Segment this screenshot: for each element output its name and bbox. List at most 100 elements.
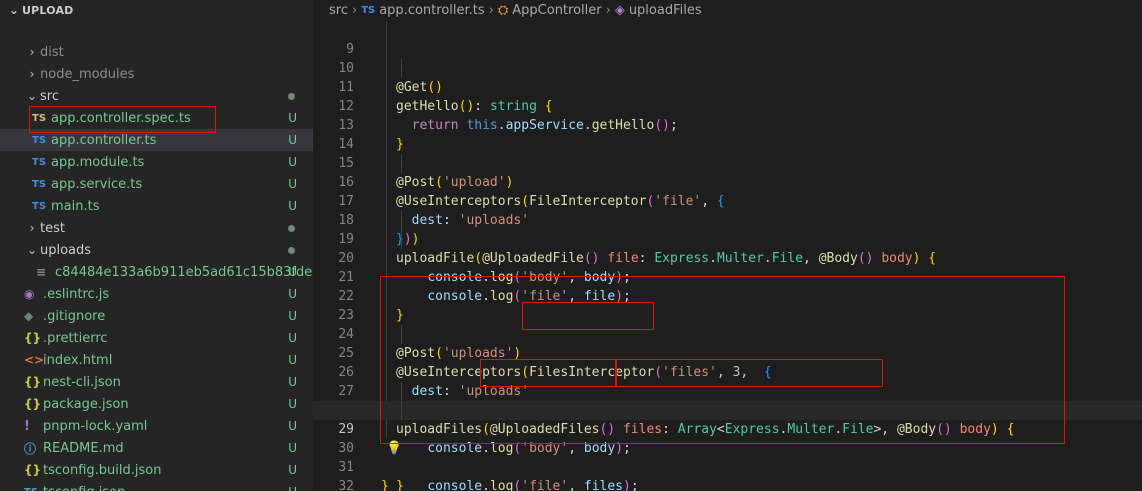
explorer-file-app-service-ts[interactable]: TS app.service.ts U xyxy=(0,173,313,195)
typescript-file-icon: TS xyxy=(361,4,376,16)
breadcrumb-class[interactable]: AppController xyxy=(512,3,601,18)
explorer-file-readme-md[interactable]: ⓘ README.md U xyxy=(0,437,313,459)
explorer-file-app-controller-ts[interactable]: TS app.controller.ts U xyxy=(0,129,313,151)
modified-dot-icon xyxy=(288,224,295,232)
code-line: 24 @UseInterceptors(FilesInterceptor('fi… xyxy=(313,306,1142,380)
explorer-file-app-module-ts[interactable]: TS app.module.ts U xyxy=(0,151,313,173)
explorer-item-label: .prettierrc xyxy=(43,330,108,346)
chevron-right-icon: › xyxy=(29,45,35,59)
explorer-item-label: app.controller.ts xyxy=(51,132,157,148)
git-status-untracked: U xyxy=(288,441,297,455)
explorer-item-label: main.ts xyxy=(51,198,100,214)
typescript-file-icon: TS xyxy=(32,200,47,212)
chevron-right-icon: › xyxy=(351,2,358,18)
html-file-icon: <> xyxy=(24,353,45,367)
git-status-untracked: U xyxy=(288,199,297,213)
code-line: 14 @Post('upload') xyxy=(313,116,1142,190)
typescript-file-icon: TS xyxy=(32,156,47,168)
code-line: 30 } xyxy=(313,420,1142,491)
code-line: 22 xyxy=(313,268,1142,304)
code-line: 9 @Get() xyxy=(313,21,1142,95)
explorer-file--prettierrc[interactable]: {} .prettierrc U xyxy=(0,327,313,349)
explorer-folder-uploads[interactable]: ⌄ uploads xyxy=(0,239,313,261)
breadcrumb-method[interactable]: uploadFiles xyxy=(629,3,702,18)
vscode-window: ⌄ UPLOAD › dist › node_modules ⌄ src TS app.con… xyxy=(0,0,1142,491)
git-status-untracked: U xyxy=(288,353,297,367)
code-line: 12 } xyxy=(313,78,1142,152)
explorer-item-label: test xyxy=(40,220,65,236)
git-status-untracked: U xyxy=(288,331,297,345)
explorer-file-tsconfig-json[interactable]: TStsconfig.json U xyxy=(0,481,313,491)
modified-dot-icon xyxy=(288,92,295,100)
code-line: 19 console.log('body', body); xyxy=(313,211,1142,285)
code-line: 17 })) xyxy=(313,173,1142,247)
git-status-untracked: U xyxy=(288,155,297,169)
readme-info-icon: ⓘ xyxy=(24,441,37,456)
explorer-folder-src[interactable]: ⌄ src xyxy=(0,85,313,107)
explorer-folder-node-modules[interactable]: › node_modules xyxy=(0,63,313,85)
generic-file-icon: ≡ xyxy=(36,265,47,279)
explorer-item-label: tsconfig.json xyxy=(43,485,125,491)
explorer-sidebar: ⌄ UPLOAD › dist › node_modules ⌄ src TS app.con… xyxy=(0,0,313,491)
explorer-item-label: app.controller.spec.ts xyxy=(51,110,191,126)
git-status-untracked: U xyxy=(288,177,297,191)
explorer-item-label: src xyxy=(40,88,59,104)
breadcrumb-file[interactable]: app.controller.ts xyxy=(379,3,484,18)
explorer-item-label: uploads xyxy=(40,242,92,258)
explorer-item-label: .eslintrc.js xyxy=(43,286,110,302)
code-line: 27 uploadFiles(@UploadedFiles() files: A… xyxy=(313,363,1142,437)
typescript-file-icon: TS xyxy=(32,112,47,124)
code-line: 23 @Post('uploads') xyxy=(313,287,1142,361)
explorer-folder-dist[interactable]: › dist xyxy=(0,41,313,63)
git-status-untracked: U xyxy=(288,375,297,389)
git-status-untracked: U xyxy=(288,397,297,411)
git-status-untracked: U xyxy=(288,419,297,433)
explorer-file-pnpm-lock-yaml[interactable]: ! pnpm-lock.yaml U xyxy=(0,415,313,437)
git-status-untracked: U xyxy=(288,463,297,477)
git-status-untracked: U xyxy=(288,133,297,147)
class-symbol-icon: ⛭ xyxy=(497,2,509,18)
explorer-file-tsconfig-build-json[interactable]: {} tsconfig.build.json U xyxy=(0,459,313,481)
code-line: 15 @UseInterceptors(FileInterceptor('fil… xyxy=(313,135,1142,209)
explorer-section-header[interactable]: ⌄ UPLOAD xyxy=(0,0,313,20)
git-status-untracked: U xyxy=(288,309,297,323)
tsconfig-file-icon: TS xyxy=(24,487,42,491)
code-text: } xyxy=(381,479,389,491)
explorer-file-index-html[interactable]: <> index.html U xyxy=(0,349,313,371)
code-text: console.log('file', files); xyxy=(427,479,639,491)
explorer-file-app-controller-spec-ts[interactable]: TS app.controller.spec.ts U xyxy=(0,107,313,129)
explorer-item-label: app.module.ts xyxy=(51,154,145,170)
code-editor[interactable]: 9 @Get() 10 getHello(): string { 11 retu… xyxy=(313,21,1142,491)
code-line: 10 getHello(): string { xyxy=(313,40,1142,114)
code-line: 25 dest: 'uploads' xyxy=(313,325,1142,399)
explorer-file-nest-cli-json[interactable]: {} nest-cli.json U xyxy=(0,371,313,393)
code-line-current: 29 💡 console.log('file', files); xyxy=(313,401,1142,491)
code-line: 21 } xyxy=(313,249,1142,323)
explorer-file-c84484e133a6b911eb5ad61c15b83fde[interactable]: ≡ c84484e133a6b911eb5ad61c15b83fde U xyxy=(0,261,313,283)
chevron-down-icon: ⌄ xyxy=(26,89,38,103)
explorer-item-label: README.md xyxy=(43,440,124,456)
explorer-file-package-json[interactable]: {} package.json U xyxy=(0,393,313,415)
code-text: } xyxy=(396,479,404,491)
git-status-untracked: U xyxy=(288,265,297,279)
method-symbol-icon: ◈ xyxy=(614,2,625,18)
explorer-file--gitignore[interactable]: ◆ .gitignore U xyxy=(0,305,313,327)
explorer-folder-test[interactable]: › test xyxy=(0,217,313,239)
explorer-item-label: dist xyxy=(40,44,64,60)
chevron-right-icon: › xyxy=(29,67,35,81)
explorer-item-label: index.html xyxy=(43,352,113,368)
code-line: 13 xyxy=(313,97,1142,133)
explorer-file-main-ts[interactable]: TS main.ts U xyxy=(0,195,313,217)
explorer-item-label: package.json xyxy=(43,396,129,412)
git-status-untracked: U xyxy=(288,485,297,491)
json-file-icon: {} xyxy=(24,375,42,389)
breadcrumb-src[interactable]: src xyxy=(329,3,348,18)
explorer-item-label: .gitignore xyxy=(43,308,106,324)
chevron-down-icon: ⌄ xyxy=(8,3,20,17)
code-line: 11 return this.appService.getHello(); xyxy=(313,59,1142,133)
chevron-down-icon: ⌄ xyxy=(26,243,38,257)
chevron-right-icon: › xyxy=(488,2,494,18)
explorer-file--eslintrc-js[interactable]: ◉ .eslintrc.js U xyxy=(0,283,313,305)
code-line: 26 })) xyxy=(313,344,1142,418)
json-file-icon: {} xyxy=(24,331,42,345)
